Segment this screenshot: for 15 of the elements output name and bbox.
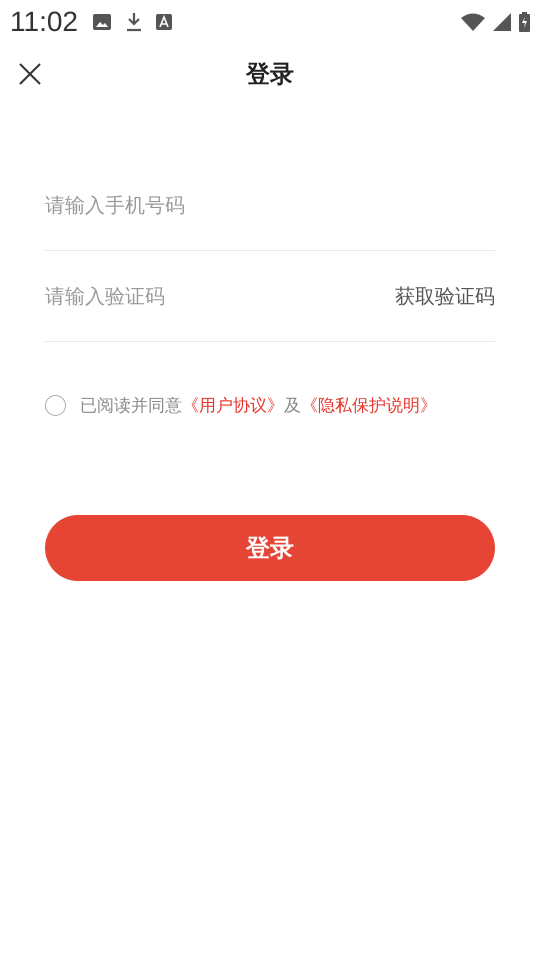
image-icon <box>92 13 112 31</box>
status-time: 11:02 <box>10 6 78 38</box>
battery-charging-icon <box>519 12 530 32</box>
agreement-link[interactable]: 《用户协议》 <box>182 394 284 417</box>
font-icon <box>156 14 172 30</box>
agreement-text: 及 <box>284 395 301 417</box>
get-code-button[interactable]: 获取验证码 <box>395 282 495 310</box>
agreement-link[interactable]: 《隐私保护说明》 <box>301 394 437 417</box>
signal-icon <box>493 13 511 31</box>
login-button[interactable]: 登录 <box>45 515 495 581</box>
agree-checkbox[interactable] <box>45 395 66 416</box>
agreement-text: 已阅读并同意 <box>80 395 182 417</box>
wifi-icon <box>461 13 485 31</box>
page-title: 登录 <box>246 59 294 90</box>
download-icon <box>126 12 142 32</box>
